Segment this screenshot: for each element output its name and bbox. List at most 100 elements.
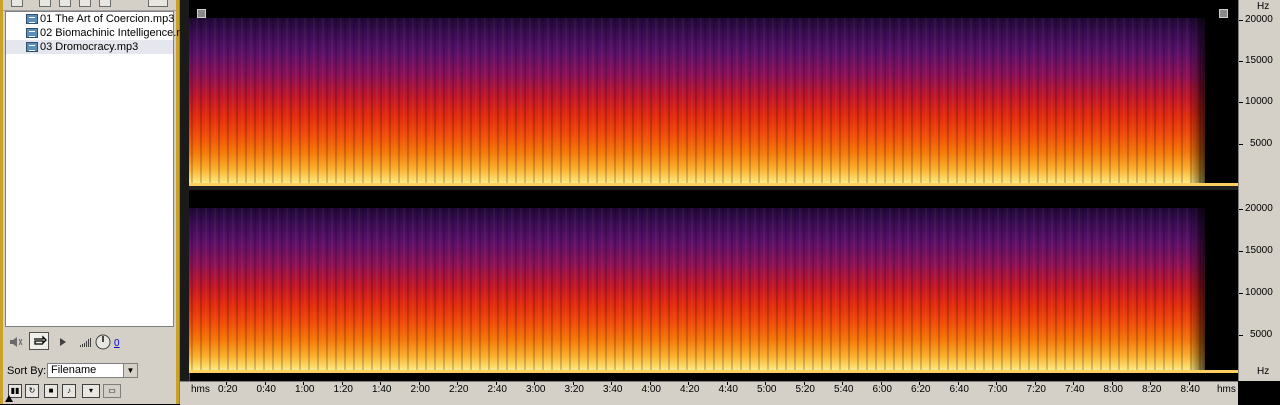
spectrogram-fadeout	[1189, 190, 1238, 373]
hz-tick	[1239, 144, 1243, 145]
volume-knob[interactable]	[94, 333, 112, 351]
volume-value[interactable]: 0	[114, 338, 120, 349]
time-label: 0:40	[256, 384, 276, 395]
time-label: 8:40	[1180, 384, 1200, 395]
hz-tick	[1239, 209, 1243, 210]
time-label: 3:20	[564, 384, 584, 395]
file-item-selected[interactable]: 03 Dromocracy.mp3	[6, 40, 173, 54]
spectrogram-top-band	[189, 0, 1205, 18]
panel-frame-left	[0, 0, 3, 404]
time-label: 3:40	[603, 384, 623, 395]
sort-by-label: Sort By:	[7, 365, 47, 377]
hz-unit-label: Hz	[1257, 1, 1270, 12]
panel-frame-right	[176, 0, 179, 404]
media-icon[interactable]: ▭	[103, 384, 121, 398]
time-label: 6:20	[911, 384, 931, 395]
time-label: 8:00	[1103, 384, 1123, 395]
hz-tick	[1239, 293, 1243, 294]
time-label: 8:20	[1142, 384, 1162, 395]
time-label: 3:00	[526, 384, 546, 395]
hz-label: 20000	[1245, 14, 1273, 25]
time-label: 5:40	[834, 384, 854, 395]
loop-toggle-icon[interactable]: ↻	[25, 384, 39, 398]
hz-tick	[1239, 251, 1243, 252]
spectrogram-streaks	[189, 190, 1205, 373]
mp3-file-icon	[26, 28, 38, 38]
hz-label: 10000	[1245, 287, 1273, 298]
mp3-file-icon	[26, 42, 38, 52]
hz-tick	[1239, 102, 1243, 103]
time-label: 1:40	[372, 384, 392, 395]
time-label: 7:20	[1026, 384, 1046, 395]
hz-tick	[1239, 61, 1243, 62]
bottom-tools: ▮▮ ↻ ■ ♪ ▾ ▭	[8, 384, 176, 400]
time-label: 2:20	[449, 384, 469, 395]
time-label: 2:00	[410, 384, 430, 395]
hz-tick	[1239, 20, 1243, 21]
hz-label: 5000	[1250, 329, 1273, 340]
hz-tick	[1239, 335, 1243, 336]
frequency-ruler: Hz 20000 15000 10000 5000 20000 15000 10…	[1238, 0, 1280, 381]
filter-icon[interactable]: ▾	[82, 384, 100, 398]
time-label: 6:00	[872, 384, 892, 395]
time-label: 4:20	[680, 384, 700, 395]
file-list: 01 The Art of Coercion.mp3 02 Biomachini…	[5, 11, 198, 327]
stop-icon[interactable]: ■	[44, 384, 58, 398]
time-label: 7:40	[1065, 384, 1085, 395]
file-item[interactable]: 02 Biomachinic Intelligence.mp3	[6, 26, 198, 40]
time-label: 4:00	[641, 384, 661, 395]
fade-out-handle[interactable]	[1219, 9, 1228, 18]
time-label: 4:40	[718, 384, 738, 395]
spectral-editor[interactable]: Hz 20000 15000 10000 5000 20000 15000 10…	[180, 0, 1280, 405]
file-item[interactable]: 01 The Art of Coercion.mp3	[6, 12, 175, 26]
sort-by-select[interactable]: Filename ▼	[47, 363, 138, 378]
properties-icon[interactable]	[99, 0, 111, 7]
playhead-marker[interactable]	[5, 395, 13, 402]
close-file-icon[interactable]	[39, 0, 51, 7]
time-label: 5:20	[795, 384, 815, 395]
hz-label: 15000	[1245, 55, 1273, 66]
edit-icon[interactable]	[79, 0, 91, 7]
sort-row: Sort By: Filename ▼	[5, 362, 174, 380]
spectrogram-top-band	[189, 190, 1205, 208]
hz-label: 5000	[1250, 138, 1273, 149]
speaker-icon[interactable]	[9, 336, 23, 348]
time-label: 1:00	[295, 384, 315, 395]
volume-bars-icon	[80, 338, 91, 347]
file-name: 03 Dromocracy.mp3	[40, 41, 139, 53]
preview-transport: 0	[5, 330, 174, 356]
hz-unit-label: Hz	[1257, 366, 1270, 377]
time-unit-label: hms	[191, 384, 210, 395]
play-icon[interactable]	[59, 337, 67, 347]
file-name: 01 The Art of Coercion.mp3	[40, 13, 175, 25]
hz-label: 20000	[1245, 203, 1273, 214]
open-file-icon[interactable]	[11, 0, 23, 7]
note-icon[interactable]: ♪	[62, 384, 76, 398]
files-toolbar	[3, 0, 176, 11]
time-label: 6:40	[949, 384, 969, 395]
sort-by-value: Filename	[51, 364, 97, 376]
spectrogram-right-channel[interactable]	[189, 190, 1238, 373]
time-label: 0:20	[218, 384, 238, 395]
hz-label: 10000	[1245, 96, 1273, 107]
insert-icon[interactable]	[59, 0, 71, 7]
loop-icon	[34, 335, 47, 345]
chevron-down-icon[interactable]: ▼	[123, 364, 137, 377]
spectrogram-baseline	[189, 370, 1238, 373]
mp3-file-icon	[26, 14, 38, 24]
spectrogram-streaks	[189, 0, 1205, 186]
time-unit-label: hms	[1217, 384, 1236, 395]
file-name: 02 Biomachinic Intelligence.mp3	[40, 27, 198, 39]
loop-button[interactable]	[29, 332, 49, 350]
view-options-icon[interactable]	[148, 0, 168, 7]
fade-in-handle[interactable]	[197, 9, 206, 18]
time-label: 2:40	[487, 384, 507, 395]
time-label: 7:00	[988, 384, 1008, 395]
time-label: 1:20	[333, 384, 353, 395]
time-label: 5:00	[757, 384, 777, 395]
spectrogram-fadeout	[1189, 0, 1238, 186]
spectrogram-left-channel[interactable]	[189, 0, 1238, 186]
hz-label: 15000	[1245, 245, 1273, 256]
time-ruler[interactable]: hms hms 0:20 0:40 1:00 1:20 1:40 2:00 2:20 2:40…	[180, 381, 1238, 405]
files-panel: 01 The Art of Coercion.mp3 02 Biomachini…	[0, 0, 198, 404]
